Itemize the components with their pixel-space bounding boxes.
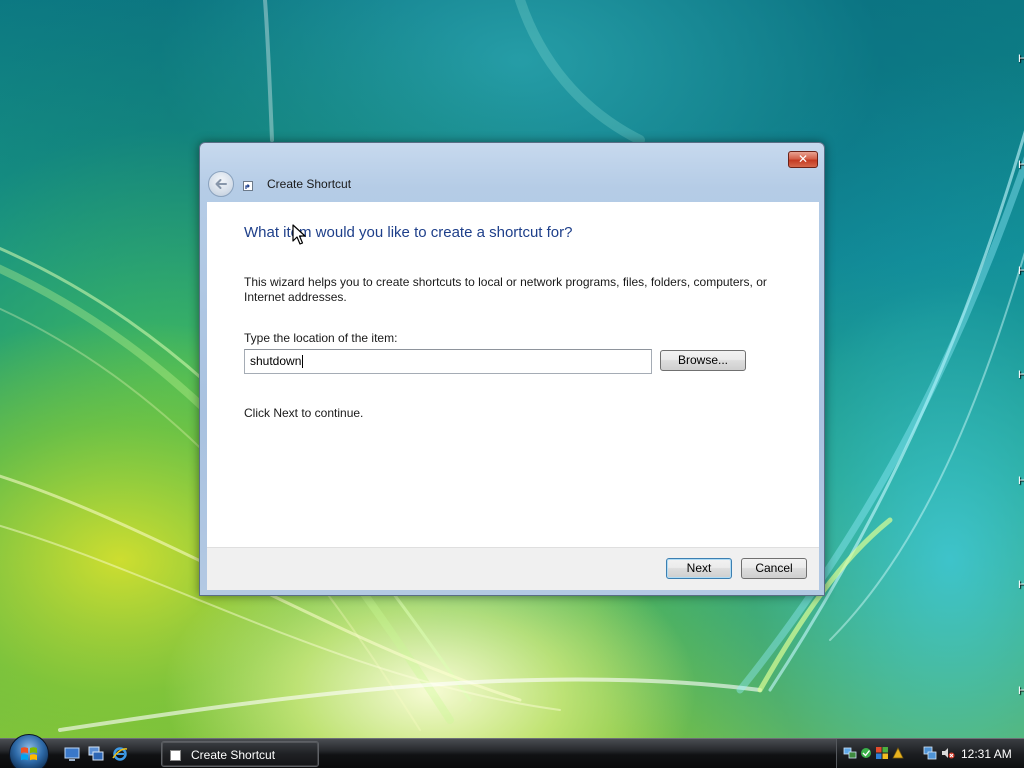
mouse-pointer-icon (292, 224, 306, 245)
location-label: Type the location of the item: (244, 331, 398, 345)
windows-start-orb-icon[interactable] (9, 734, 49, 768)
taskbar: Create Shortcut 12:31 AM (0, 734, 1024, 768)
wizard-footer: Next Cancel (207, 547, 819, 590)
desktop-icon-label[interactable]: H (1018, 368, 1024, 382)
switch-windows-icon[interactable] (88, 746, 104, 762)
desktop-icon-label[interactable]: H (1018, 52, 1024, 66)
browse-button[interactable]: Browse... (660, 350, 746, 371)
desktop-icon-label[interactable]: H (1018, 158, 1024, 172)
wizard-description: This wizard helps you to create shortcut… (244, 275, 767, 304)
tray-app-icon[interactable] (891, 746, 905, 760)
back-arrow-icon (215, 179, 227, 189)
network-icon[interactable] (843, 746, 857, 760)
internet-explorer-icon[interactable] (112, 746, 128, 762)
cancel-button[interactable]: Cancel (741, 558, 807, 579)
create-shortcut-dialog: ✕ Create Shortcut What item would you li… (199, 142, 825, 596)
desktop-icon-label[interactable]: H (1018, 264, 1024, 278)
desktop-icon-label[interactable]: H (1018, 684, 1024, 698)
taskbar-window-button[interactable]: Create Shortcut (161, 741, 319, 767)
continue-instruction: Click Next to continue. (244, 406, 364, 420)
shortcut-icon (170, 750, 181, 761)
desktop-icon-label[interactable]: H (1018, 578, 1024, 592)
show-desktop-icon[interactable] (64, 746, 80, 762)
network-connection-icon[interactable] (923, 746, 937, 760)
device-icon[interactable] (859, 746, 873, 760)
security-icon[interactable] (875, 746, 889, 760)
location-input-value: shutdown (250, 354, 302, 368)
windows-logo-icon (21, 747, 37, 761)
close-button[interactable]: ✕ (788, 151, 818, 168)
back-button[interactable] (208, 171, 234, 197)
shortcut-icon (243, 181, 253, 191)
location-input[interactable]: shutdown (244, 349, 652, 374)
desktop-icon-label[interactable]: H (1018, 474, 1024, 488)
clock[interactable]: 12:31 AM (961, 747, 1012, 761)
volume-muted-icon[interactable] (941, 746, 955, 760)
text-caret (302, 355, 304, 368)
window-title: Create Shortcut (267, 177, 352, 191)
notification-area: 12:31 AM (836, 739, 1024, 768)
taskbar-window-label: Create Shortcut (191, 748, 276, 762)
next-button[interactable]: Next (666, 558, 732, 579)
wizard-content: What item would you like to create a sho… (207, 202, 819, 547)
